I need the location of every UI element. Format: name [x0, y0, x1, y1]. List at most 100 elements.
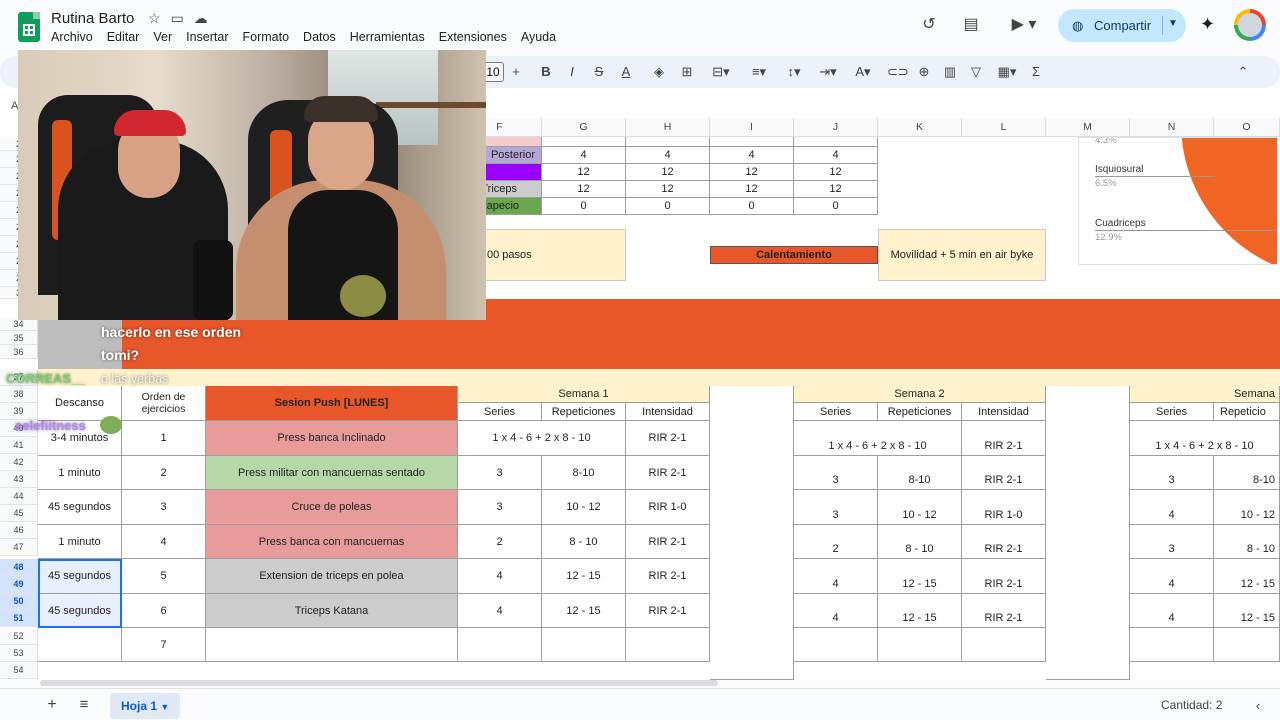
row-header[interactable]: 47 [0, 539, 38, 556]
filter-icon[interactable]: ▽ [966, 63, 986, 81]
muscle-value[interactable]: 0 [626, 198, 710, 215]
muscle-value[interactable]: 0 [794, 198, 878, 215]
chart-icon[interactable]: ▥ [940, 63, 960, 81]
merge-icon[interactable]: ⊟▾ [706, 63, 736, 81]
header-orden[interactable]: Orden de ejercicios [122, 386, 206, 421]
semana3-series[interactable]: 3 [1130, 525, 1214, 559]
orden-cell[interactable]: 2 [122, 456, 206, 490]
calentamiento-value[interactable]: Movilidad + 5 min en air byke [878, 229, 1046, 281]
semana2-series[interactable]: 4 [794, 559, 878, 594]
semana1-intensidad[interactable]: RIR 2-1 [626, 594, 710, 628]
row-header[interactable]: 48 [0, 559, 38, 576]
sheets-logo-icon[interactable] [18, 12, 40, 42]
ejercicio-cell[interactable]: Press militar con mancuernas sentado [206, 456, 458, 490]
sub-series[interactable]: Series [794, 403, 878, 421]
sheet-tab[interactable]: Hoja 1 ▼ [110, 693, 180, 719]
gemini-icon[interactable]: ✦ [1200, 14, 1215, 35]
semana1-reps[interactable] [542, 628, 626, 662]
folder-icon[interactable]: ▭ [171, 10, 184, 27]
muscle-value[interactable]: 0 [710, 198, 794, 215]
semana3-series[interactable]: 3 [1130, 456, 1214, 490]
star-icon[interactable]: ☆ [148, 10, 161, 27]
col-header-j[interactable]: J [794, 118, 878, 137]
yellow-row[interactable] [38, 369, 1280, 386]
fill-color-icon[interactable]: ◈ [649, 63, 669, 81]
semana2-series[interactable]: 4 [794, 594, 878, 628]
semana2-intensidad[interactable]: RIR 2-1 [962, 559, 1046, 594]
semana3-reps[interactable]: 8-10 [1214, 456, 1280, 490]
muscle-cell[interactable] [542, 137, 626, 147]
muscle-value[interactable]: 4 [794, 147, 878, 164]
sub-intensidad[interactable]: Intensidad [626, 403, 710, 421]
row-header[interactable]: 35 [0, 331, 38, 345]
semana2-intensidad[interactable]: RIR 2-1 [962, 421, 1046, 456]
row-header[interactable]: 41 [0, 437, 38, 454]
orden-cell[interactable]: 7 [122, 628, 206, 662]
semana1-reps[interactable]: 10 - 12 [542, 490, 626, 525]
semana1-reps[interactable]: 12 - 15 [542, 559, 626, 594]
semana1-intensidad[interactable]: RIR 2-1 [626, 525, 710, 559]
semana2-series[interactable]: 3 [794, 456, 878, 490]
semana1-intensidad[interactable]: RIR 2-1 [626, 421, 710, 456]
col-header-k[interactable]: K [878, 118, 962, 137]
ejercicio-cell[interactable]: Cruce de poleas [206, 490, 458, 525]
descanso-cell[interactable]: 1 minuto [38, 525, 122, 559]
row-header[interactable]: 52 [0, 628, 38, 645]
rotate-icon[interactable]: A▾ [848, 63, 878, 81]
semana2-intensidad[interactable]: RIR 2-1 [962, 525, 1046, 559]
semana2-intensidad[interactable] [962, 628, 1046, 662]
muscle-cell[interactable] [794, 137, 878, 147]
row-header[interactable]: 36 [0, 345, 38, 359]
semana1-reps[interactable]: 12 - 15 [542, 594, 626, 628]
chevron-down-icon[interactable]: ▼ [1168, 18, 1178, 29]
meet-icon[interactable]: ▶ ▾ [1006, 14, 1042, 36]
share-button[interactable]: ◍ Compartir ▼ [1058, 9, 1186, 42]
descanso-cell[interactable]: 45 segundos [38, 559, 122, 594]
spacer-column[interactable] [710, 386, 794, 680]
semana2-reps[interactable]: 8 - 10 [878, 525, 962, 559]
row-header[interactable]: 45 [0, 505, 38, 522]
muscle-value[interactable]: 12 [710, 181, 794, 198]
semana2-reps[interactable] [878, 628, 962, 662]
semana3-reps[interactable] [1214, 628, 1280, 662]
header-semana-1[interactable]: Semana 1 [458, 386, 710, 403]
sub-series[interactable]: Series [458, 403, 542, 421]
avatar[interactable] [1234, 9, 1266, 41]
muscle-value[interactable]: 12 [626, 164, 710, 181]
semana2-intensidad[interactable]: RIR 2-1 [962, 456, 1046, 490]
italic-icon[interactable]: I [562, 63, 582, 81]
cloud-icon[interactable]: ☁ [194, 10, 208, 27]
row-header[interactable]: 54 [0, 662, 38, 679]
semana3-series[interactable]: 4 [1130, 490, 1214, 525]
muscle-value[interactable]: 12 [542, 181, 626, 198]
calentamiento-label[interactable]: Calentamiento [710, 246, 878, 264]
semana2-series[interactable]: 3 [794, 490, 878, 525]
menu-ayuda[interactable]: Ayuda [521, 30, 556, 44]
muscle-value[interactable]: 12 [794, 181, 878, 198]
align-icon[interactable]: ≡▾ [744, 63, 774, 81]
row-header[interactable]: 51 [0, 610, 38, 627]
col-header-i[interactable]: I [710, 118, 794, 137]
semana3-series[interactable]: 4 [1130, 559, 1214, 594]
semana3-series-reps[interactable]: 1 x 4 - 6 + 2 x 8 - 10 [1130, 421, 1280, 456]
bold-icon[interactable]: B [536, 63, 556, 81]
menu-insertar[interactable]: Insertar [186, 30, 228, 44]
ejercicio-cell[interactable]: Press banca con mancuernas [206, 525, 458, 559]
table-view-icon[interactable]: ▦▾ [992, 63, 1022, 81]
row-header[interactable]: 44 [0, 488, 38, 505]
muscle-value[interactable]: 12 [710, 164, 794, 181]
muscle-value[interactable]: 4 [710, 147, 794, 164]
orden-cell[interactable]: 4 [122, 525, 206, 559]
col-header-g[interactable]: G [542, 118, 626, 137]
text-color-icon[interactable]: A [616, 63, 636, 81]
semana1-series[interactable]: 3 [458, 456, 542, 490]
orden-cell[interactable]: 3 [122, 490, 206, 525]
semana1-series[interactable] [458, 628, 542, 662]
ejercicio-cell[interactable]: Triceps Katana [206, 594, 458, 628]
semana3-series[interactable]: 4 [1130, 594, 1214, 628]
orden-cell[interactable]: 5 [122, 559, 206, 594]
pie-chart[interactable]: 4.3% Isquiosural 6.5% Cuadriceps 12.9% [1078, 137, 1278, 265]
semana1-series[interactable]: 4 [458, 594, 542, 628]
semana3-reps[interactable]: 12 - 15 [1214, 594, 1280, 628]
semana1-intensidad[interactable]: RIR 2-1 [626, 559, 710, 594]
